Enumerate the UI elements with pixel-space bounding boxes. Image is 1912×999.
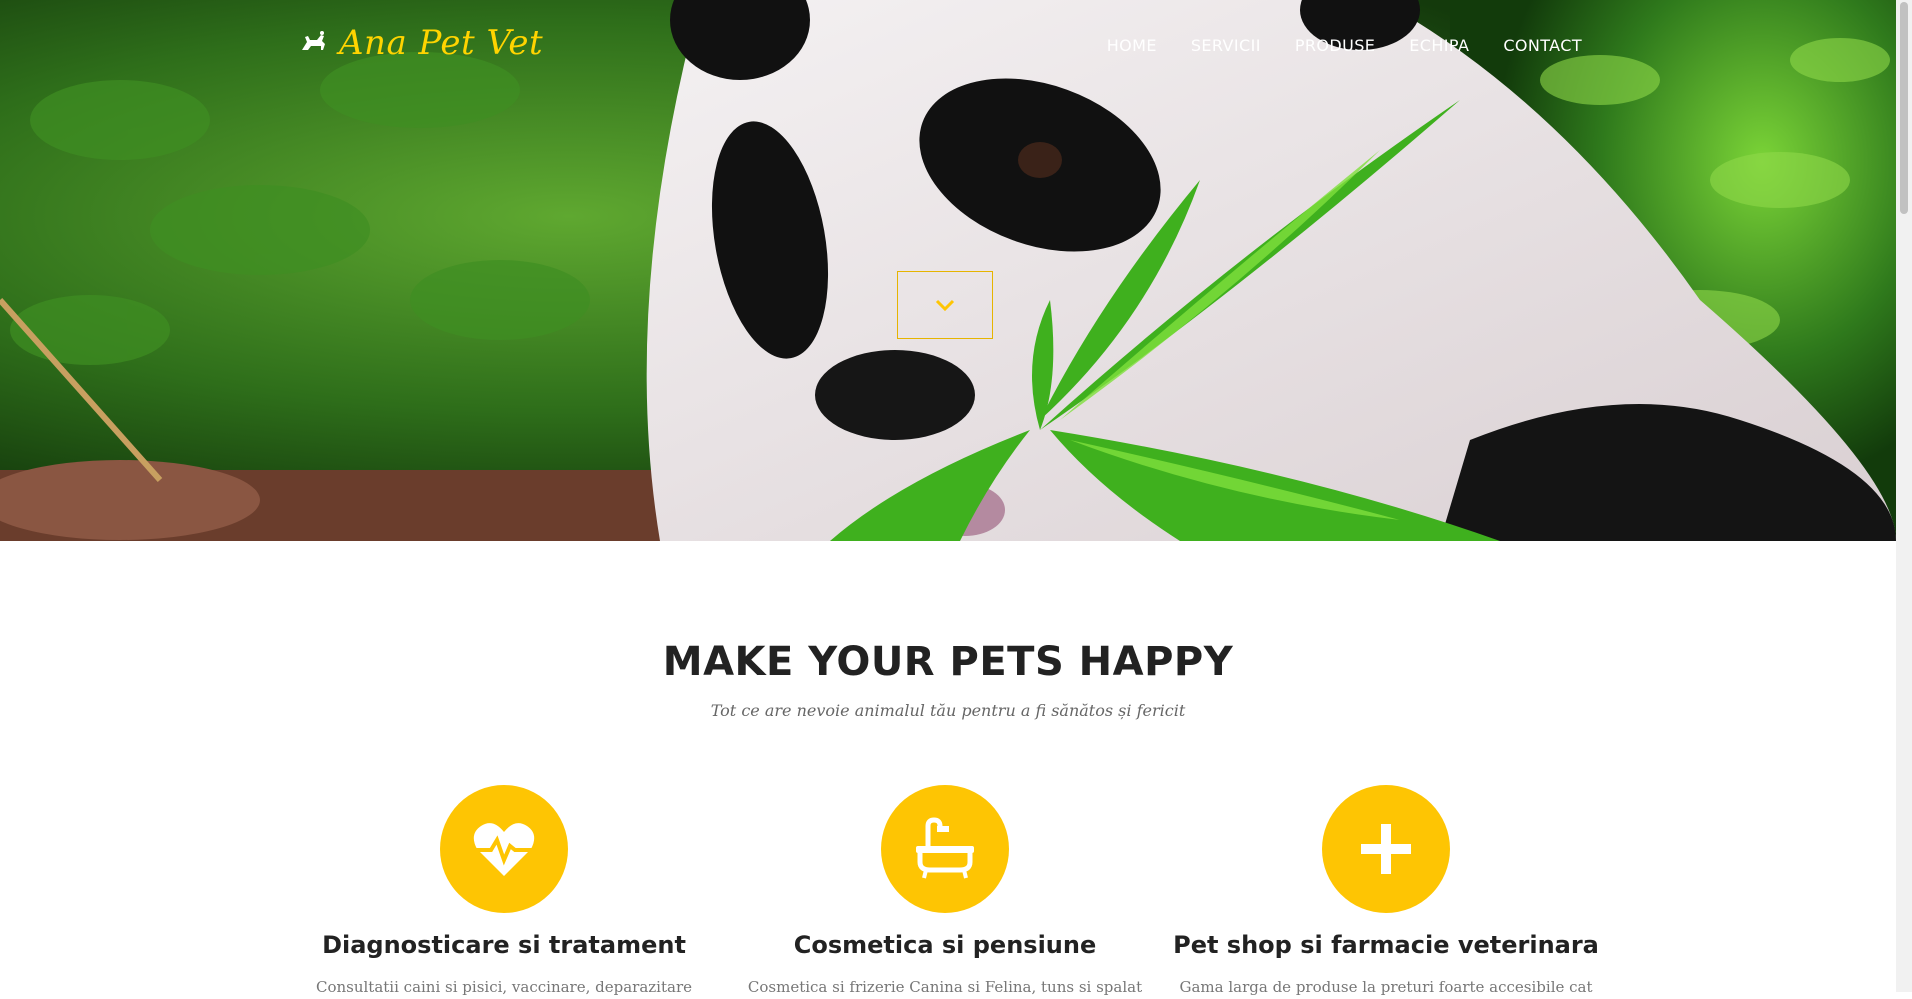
service-icon-circle[interactable]: [440, 785, 568, 913]
brand-name: Ana Pet Vet: [339, 23, 544, 63]
service-text: Cosmetica si frizerie Canina si Felina, …: [747, 978, 1143, 996]
nav-servicii[interactable]: SERVICII: [1191, 36, 1261, 55]
nav-produse[interactable]: PRODUSE: [1295, 36, 1375, 55]
nav-echipa[interactable]: ECHIPA: [1409, 36, 1469, 55]
service-item-diagnostic: Diagnosticare si tratament Consultatii c…: [284, 785, 724, 999]
nav-home[interactable]: HOME: [1107, 36, 1157, 55]
service-item-petshop: Pet shop si farmacie veterinara Gama lar…: [1166, 785, 1606, 999]
scrollbar-thumb[interactable]: [1900, 2, 1908, 214]
heartbeat-icon: [473, 823, 535, 876]
section-subtitle: Tot ce are nevoie animalul tău pentru a …: [710, 701, 1186, 720]
service-item-cosmetica: Cosmetica si pensiune Cosmetica si frize…: [725, 785, 1165, 999]
service-icon-circle[interactable]: [881, 785, 1009, 913]
service-title: Diagnosticare si tratament: [322, 931, 686, 959]
service-icon-circle[interactable]: [1322, 785, 1450, 913]
service-text: Consultatii caini si pisici, vaccinare, …: [315, 978, 692, 996]
section-title: MAKE YOUR PETS HAPPY: [662, 639, 1234, 685]
dog-cat-icon: [302, 31, 325, 50]
scroll-down-button[interactable]: [897, 271, 993, 339]
main-nav: HOME SERVICII PRODUSE ECHIPA CONTACT: [1107, 36, 1582, 55]
service-title: Cosmetica si pensiune: [793, 931, 1097, 959]
bathtub-icon: [916, 817, 974, 879]
plus-icon: [1361, 824, 1411, 874]
service-text: Gama larga de produse la preturi foarte …: [1179, 978, 1593, 996]
page-scrollbar[interactable]: [1896, 0, 1912, 992]
chevron-down-icon: [935, 299, 955, 312]
service-title: Pet shop si farmacie veterinara: [1173, 931, 1599, 959]
nav-contact[interactable]: CONTACT: [1503, 36, 1582, 55]
hero-section: Ana Pet Vet HOME SERVICII PRODUSE ECHIPA…: [0, 0, 1896, 541]
brand-logo[interactable]: Ana Pet Vet: [299, 26, 543, 60]
services-section: MAKE YOUR PETS HAPPY Tot ce are nevoie a…: [0, 541, 1896, 996]
